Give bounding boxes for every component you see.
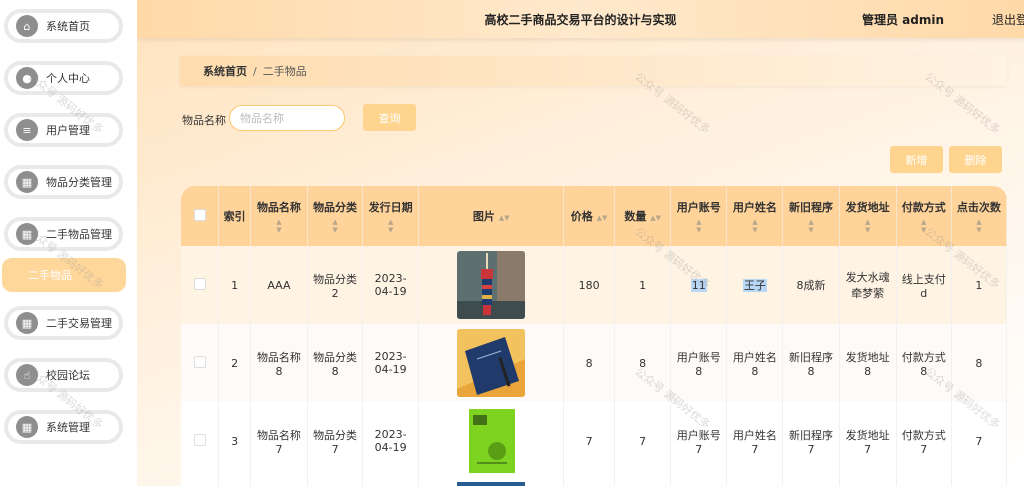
table-row[interactable]: 2 物品名称8 物品分类8 2023-04-19 8 8 用户账号8 用户姓名8… [181, 324, 1007, 402]
col-price[interactable]: 价格 ▲▼ [563, 186, 616, 246]
row-checkbox[interactable] [181, 324, 220, 402]
sidebar-item-label: 个人中心 [46, 72, 90, 85]
sort-icon: ▲▼ [387, 217, 394, 234]
col-quantity[interactable]: 数量 ▲▼ [614, 186, 672, 246]
breadcrumb: 系统首页 / 二手物品 [180, 56, 1007, 86]
col-image[interactable]: 图片 ▲▼ [418, 186, 565, 246]
sort-icon: ▲▼ [332, 217, 338, 234]
sliders-icon: ≡ [16, 119, 38, 141]
goods-table: 索引 物品名称 ▲ ▼ 物品分类 ▲ ▼ 发行日期 ▲ ▼ 图片 ▲▼ 价格 ▲▼ 数量 ▲… [181, 186, 1007, 486]
sidebar-item-profile[interactable]: ● 个人中心 [4, 61, 123, 95]
user-icon: ● [16, 67, 38, 89]
sidebar-item-label: 系统首页 [46, 20, 90, 33]
col-name[interactable]: 物品名称 ▲ ▼ [250, 186, 309, 246]
notebook-photo[interactable] [457, 329, 526, 397]
thumbs-up-icon: ☝ [16, 364, 38, 386]
sort-icon: ▲▼ [696, 217, 702, 234]
sidebar-item-categories[interactable]: ▦ 物品分类管理 [4, 165, 123, 199]
table-row[interactable]: 1 AAA 物品分类2 2023-04-19 180 1 11 王子 8成新 发… [181, 246, 1007, 324]
admin-label: 管理员 admin [861, 13, 944, 27]
sidebar-item-label: 用户管理 [46, 124, 90, 137]
sidebar-item-users[interactable]: ≡ 用户管理 [4, 113, 123, 147]
col-date[interactable]: 发行日期 ▲ ▼ [362, 186, 420, 246]
sidebar-subitem-secondhand-goods[interactable]: 二手物品 [2, 258, 126, 292]
col-payment[interactable]: 付款方式 ▲ ▼ [896, 186, 952, 246]
table-header-row: 索引 物品名称 ▲ ▼ 物品分类 ▲ ▼ 发行日期 ▲ ▼ 图片 ▲▼ 价格 ▲▼ 数量 ▲… [181, 186, 1007, 246]
sidebar-item-secondhand[interactable]: ▦ 二手物品管理 [4, 217, 123, 251]
sort-icon: ▲▼ [976, 217, 982, 234]
sort-icon: ▲▼ [921, 217, 927, 234]
query-button[interactable]: 查询 [363, 104, 416, 131]
breadcrumb-home[interactable]: 系统首页 [203, 63, 247, 79]
grid-icon: ▦ [16, 416, 38, 438]
col-account[interactable]: 用户账号 ▲ ▼ [670, 186, 728, 246]
sort-icon: ▲▼ [864, 217, 871, 234]
logout-link[interactable]: 退出登 [992, 11, 1024, 28]
search-input[interactable] [229, 105, 345, 131]
sidebar-item-trades[interactable]: ▦ 二手交易管理 [4, 306, 123, 340]
row-checkbox[interactable] [181, 402, 220, 480]
select-all-checkbox[interactable] [181, 186, 220, 246]
book-cover-photo[interactable] [457, 407, 526, 475]
grid-icon: ▦ [16, 171, 38, 193]
sort-icon: ▲▼ [752, 217, 758, 234]
col-category[interactable]: 物品分类 ▲ ▼ [307, 186, 364, 246]
sidebar-item-label: 系统管理 [46, 421, 90, 434]
add-button[interactable]: 新增 [890, 146, 943, 173]
sidebar-item-label: 二手物品管理 [46, 228, 112, 241]
sidebar-item-forum[interactable]: ☝ 校园论坛 [4, 358, 123, 392]
table-row-partial [181, 480, 1007, 486]
keychain-photo[interactable] [457, 251, 526, 319]
sort-icon: ▲▼ [498, 214, 510, 222]
col-address[interactable]: 发货地址 ▲ ▼ [839, 186, 897, 246]
col-username[interactable]: 用户姓名 ▲ ▼ [726, 186, 784, 246]
sidebar-subitem-label: 二手物品 [28, 269, 72, 282]
sidebar-item-label: 校园论坛 [46, 369, 90, 382]
col-condition[interactable]: 新旧程序 ▲ ▼ [782, 186, 840, 246]
sidebar-item-home[interactable]: ⌂ 系统首页 [4, 9, 123, 43]
home-icon: ⌂ [16, 15, 38, 37]
top-bar: 高校二手商品交易平台的设计与实现 管理员 admin 退出登 [137, 0, 1024, 38]
row-checkbox[interactable] [181, 246, 220, 324]
sort-icon: ▲▼ [808, 217, 814, 234]
search-label: 物品名称 [182, 114, 226, 127]
sidebar-item-label: 二手交易管理 [46, 317, 112, 330]
grid-icon: ▦ [16, 312, 38, 334]
sidebar: ⌂ 系统首页 ● 个人中心 ≡ 用户管理 ▦ 物品分类管理 ▦ 二手物品管理 二… [0, 0, 137, 486]
grid-icon: ▦ [16, 223, 38, 245]
table-row[interactable]: 3 物品名称7 物品分类7 2023-04-19 7 7 用户账号7 用户姓名7… [181, 402, 1007, 480]
sort-icon: ▲▼ [650, 214, 661, 222]
breadcrumb-current: 二手物品 [262, 65, 307, 78]
delete-button[interactable]: 删除 [949, 146, 1002, 173]
main-content: 高校二手商品交易平台的设计与实现 管理员 admin 退出登 系统首页 / 二手… [137, 0, 1024, 486]
col-index: 索引 [218, 186, 251, 246]
col-clicks[interactable]: 点击次数 ▲ ▼ [951, 186, 1007, 246]
sort-icon: ▲▼ [596, 214, 608, 222]
sort-icon: ▲▼ [276, 217, 282, 234]
sidebar-item-system[interactable]: ▦ 系统管理 [4, 410, 123, 444]
breadcrumb-separator: / [253, 64, 257, 78]
sidebar-item-label: 物品分类管理 [46, 176, 112, 189]
